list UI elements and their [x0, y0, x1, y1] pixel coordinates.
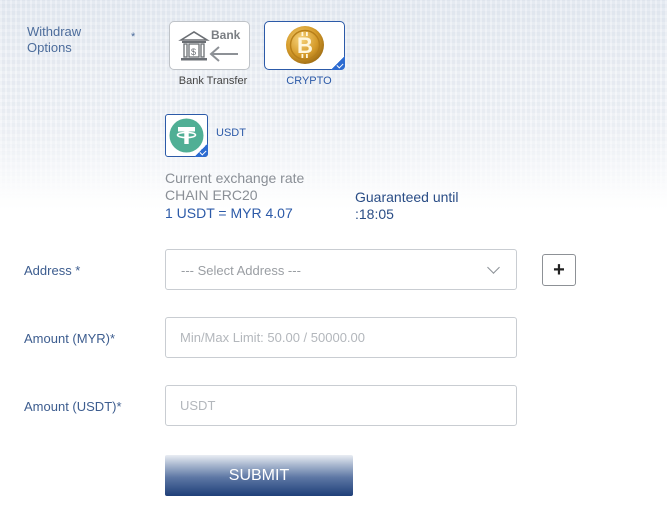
bank-icon-text: Bank	[211, 28, 241, 42]
address-select[interactable]: --- Select Address ---	[165, 249, 517, 290]
guaranteed-until-label: Guaranteed until	[355, 189, 459, 205]
bank-transfer-option[interactable]: $ Bank	[169, 21, 250, 70]
bitcoin-icon: B	[285, 25, 325, 65]
address-label: Address *	[24, 263, 81, 278]
withdraw-options-label: Withdraw Options	[27, 24, 82, 55]
svg-text:B: B	[297, 33, 313, 58]
guaranteed-until-time: :18:05	[355, 206, 394, 222]
amount-usdt-label: Amount (USDT)*	[24, 399, 122, 414]
required-mark: *	[131, 31, 136, 43]
exchange-rate-value: 1 USDT = MYR 4.07	[165, 205, 293, 221]
usdt-option[interactable]	[165, 114, 208, 157]
exchange-rate-title: Current exchange rate	[165, 170, 305, 186]
chain-text: CHAIN ERC20	[165, 187, 258, 203]
amount-myr-label: Amount (MYR)*	[24, 331, 116, 346]
crypto-option[interactable]: B	[264, 21, 345, 70]
submit-button[interactable]: SUBMIT	[165, 455, 353, 496]
address-select-value: --- Select Address ---	[181, 263, 301, 278]
selected-check-icon	[194, 143, 208, 157]
amount-usdt-input[interactable]	[165, 385, 517, 426]
add-address-button[interactable]: +	[542, 254, 576, 286]
usdt-label: USDT	[216, 127, 246, 139]
chevron-down-icon	[487, 261, 500, 274]
crypto-label: CRYPTO	[286, 75, 332, 87]
svg-text:$: $	[191, 47, 196, 57]
bank-transfer-label: Bank Transfer	[178, 75, 248, 87]
selected-check-icon	[331, 56, 345, 70]
amount-myr-input[interactable]	[165, 317, 517, 358]
